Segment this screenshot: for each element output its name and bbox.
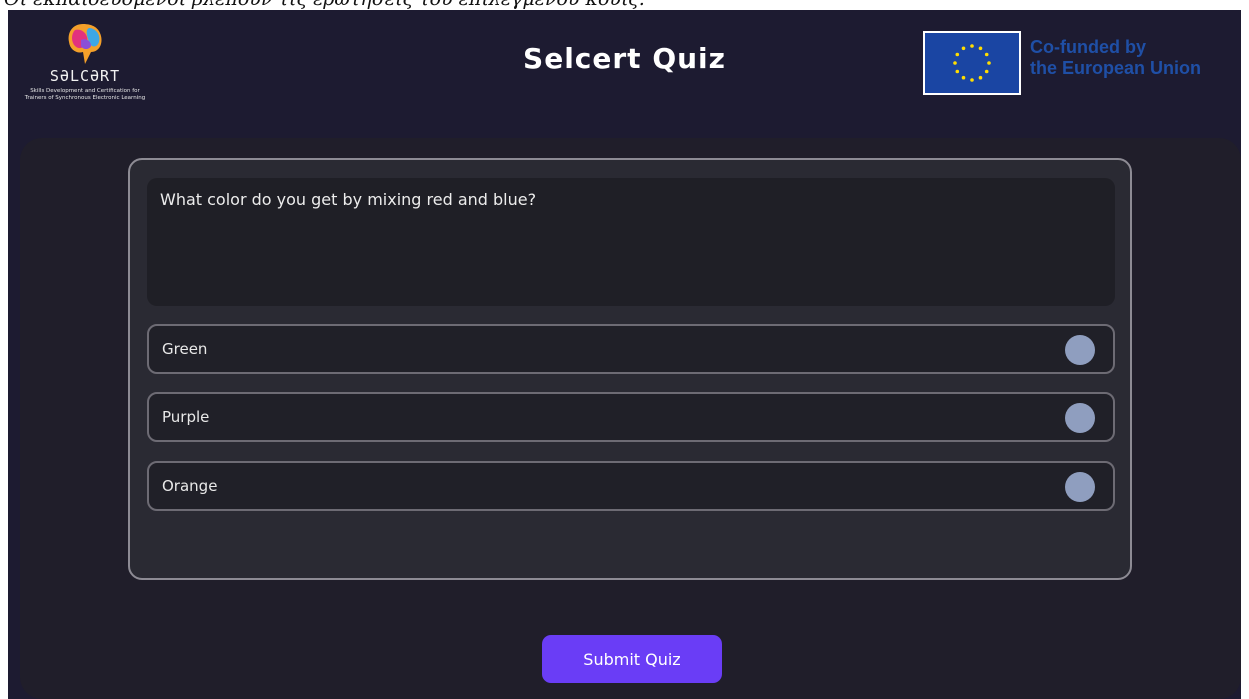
- main-panel: What color do you get by mixing red and …: [20, 138, 1241, 699]
- eu-flag-icon: [923, 31, 1021, 95]
- question-box: What color do you get by mixing red and …: [147, 178, 1115, 306]
- option-label: Purple: [162, 408, 210, 426]
- caption-text: Οι εκπαιδευόμενοι βλέπουν τις ερωτήσεις …: [0, 0, 1249, 10]
- option-label: Orange: [162, 477, 218, 495]
- logo-tagline: Skills Development and Certification for…: [24, 88, 146, 101]
- header: SƏLCƏRT Skills Development and Certifica…: [8, 10, 1241, 138]
- answer-option-green[interactable]: Green: [147, 324, 1115, 374]
- answer-option-orange[interactable]: Orange: [147, 461, 1115, 511]
- eu-cofunded-text: Co-funded by the European Union: [1030, 37, 1201, 79]
- eu-text-line-1: Co-funded by: [1030, 37, 1146, 57]
- submit-quiz-button[interactable]: Submit Quiz: [542, 635, 722, 683]
- eu-text-line-2: the European Union: [1030, 58, 1201, 78]
- radio-circle-icon[interactable]: [1065, 403, 1095, 433]
- answer-option-purple[interactable]: Purple: [147, 392, 1115, 442]
- question-text: What color do you get by mixing red and …: [160, 190, 537, 209]
- option-label: Green: [162, 340, 208, 358]
- radio-circle-icon[interactable]: [1065, 472, 1095, 502]
- eu-flag-graphic: [925, 33, 1019, 93]
- radio-circle-icon[interactable]: [1065, 335, 1095, 365]
- quiz-app: SƏLCƏRT Skills Development and Certifica…: [8, 10, 1241, 699]
- quiz-card: What color do you get by mixing red and …: [128, 158, 1132, 580]
- selcert-logo: SƏLCƏRT Skills Development and Certifica…: [20, 20, 150, 130]
